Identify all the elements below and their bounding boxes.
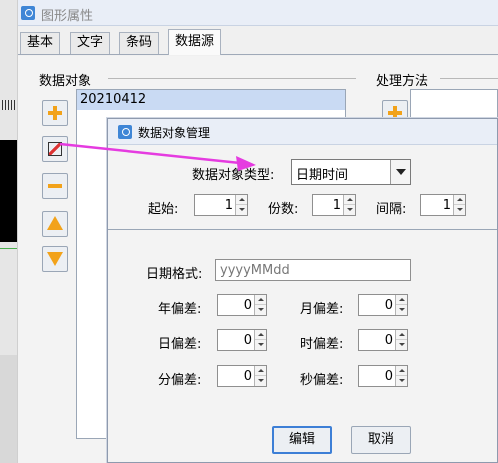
- day-offset-value: 0: [243, 333, 252, 348]
- cancel-button[interactable]: 取消: [351, 426, 411, 454]
- second-offset-stepper[interactable]: 0: [358, 365, 408, 387]
- object-type-select[interactable]: 日期时间: [291, 159, 411, 185]
- start-label: 起始:: [148, 202, 179, 217]
- stepper-arrows: [235, 195, 247, 215]
- increment-icon[interactable]: [255, 366, 266, 376]
- increment-icon[interactable]: [396, 295, 407, 305]
- move-up-button[interactable]: [42, 211, 68, 237]
- edit-button[interactable]: 编辑: [272, 426, 332, 454]
- stepper-arrows: [343, 195, 355, 215]
- ruler-marks: [2, 100, 16, 110]
- copies-value: 1: [332, 198, 341, 213]
- stepper-arrows: [254, 295, 266, 315]
- stepper-arrows: [395, 366, 407, 386]
- increment-icon[interactable]: [255, 295, 266, 305]
- method-group-line: [440, 78, 498, 79]
- increment-icon[interactable]: [454, 195, 465, 205]
- background-canvas: [0, 0, 18, 463]
- start-stepper[interactable]: 1: [194, 194, 248, 216]
- month-offset-stepper[interactable]: 0: [358, 294, 408, 316]
- stepper-arrows: [395, 330, 407, 350]
- app-logo-icon: [21, 6, 35, 20]
- stepper-arrows: [395, 295, 407, 315]
- increment-icon[interactable]: [396, 330, 407, 340]
- canvas-shade: [0, 355, 17, 463]
- month-offset-value: 0: [384, 298, 393, 313]
- day-offset-stepper[interactable]: 0: [217, 329, 267, 351]
- second-offset-value: 0: [384, 369, 393, 384]
- objects-group-line: [108, 78, 356, 79]
- decrement-icon[interactable]: [255, 376, 266, 386]
- year-offset-stepper[interactable]: 0: [217, 294, 267, 316]
- decrement-icon[interactable]: [454, 205, 465, 215]
- remove-object-button[interactable]: [42, 173, 68, 199]
- date-format-field[interactable]: [215, 259, 411, 281]
- interval-value: 1: [442, 198, 451, 213]
- properties-title-bar: 图形属性: [18, 0, 498, 26]
- minus-icon: [48, 179, 62, 193]
- object-type-label: 数据对象类型:: [192, 168, 275, 183]
- increment-icon[interactable]: [236, 195, 247, 205]
- window-title: 图形属性: [41, 9, 94, 24]
- barcode-preview: [0, 140, 17, 242]
- guide-line: [0, 248, 17, 249]
- arrow-up-icon: [47, 216, 63, 230]
- start-value: 1: [224, 198, 233, 213]
- dialog-title: 数据对象管理: [138, 126, 211, 140]
- plus-icon: [48, 106, 62, 120]
- tab-text[interactable]: 文字: [70, 32, 111, 54]
- decrement-icon[interactable]: [396, 340, 407, 350]
- method-group-label: 处理方法: [374, 70, 431, 89]
- decrement-icon[interactable]: [255, 305, 266, 315]
- tab-data-source[interactable]: 数据源: [168, 29, 222, 55]
- date-format-input[interactable]: [216, 260, 410, 280]
- increment-icon[interactable]: [344, 195, 355, 205]
- object-type-value: 日期时间: [296, 168, 349, 183]
- section-divider: [108, 229, 497, 230]
- tab-basic[interactable]: 基本: [20, 32, 61, 54]
- arrow-down-icon: [47, 252, 63, 266]
- tab-bar: 基本 文字 条码 数据源: [18, 27, 498, 55]
- interval-stepper[interactable]: 1: [420, 194, 466, 216]
- hour-offset-label: 时偏差:: [300, 337, 344, 352]
- decrement-icon[interactable]: [236, 205, 247, 215]
- data-object-manager-dialog: 数据对象管理 数据对象类型: 日期时间 起始: 1 份数: 1 间隔: 1 日期…: [107, 118, 498, 463]
- copies-stepper[interactable]: 1: [312, 194, 356, 216]
- tab-barcode[interactable]: 条码: [119, 32, 160, 54]
- app-logo-icon: [118, 125, 132, 139]
- stepper-arrows: [254, 330, 266, 350]
- second-offset-label: 秒偏差:: [300, 373, 344, 388]
- move-down-button[interactable]: [42, 246, 68, 272]
- list-item[interactable]: 20210412: [77, 90, 345, 110]
- year-offset-label: 年偏差:: [158, 302, 202, 317]
- interval-label: 间隔:: [376, 202, 407, 217]
- minute-offset-value: 0: [243, 369, 252, 384]
- month-offset-label: 月偏差:: [300, 302, 344, 317]
- decrement-icon[interactable]: [344, 205, 355, 215]
- chevron-down-icon[interactable]: [390, 160, 410, 184]
- decrement-icon[interactable]: [396, 376, 407, 386]
- copies-label: 份数:: [268, 202, 299, 217]
- increment-icon[interactable]: [255, 330, 266, 340]
- dialog-title-bar: 数据对象管理: [108, 119, 497, 145]
- minute-offset-stepper[interactable]: 0: [217, 365, 267, 387]
- decrement-icon[interactable]: [396, 305, 407, 315]
- increment-icon[interactable]: [396, 366, 407, 376]
- add-object-button[interactable]: [42, 100, 68, 126]
- edit-object-button[interactable]: [42, 136, 68, 162]
- hour-offset-stepper[interactable]: 0: [358, 329, 408, 351]
- pencil-icon: [48, 142, 62, 156]
- hour-offset-value: 0: [384, 333, 393, 348]
- day-offset-label: 日偏差:: [158, 337, 202, 352]
- stepper-arrows: [453, 195, 465, 215]
- date-format-label: 日期格式:: [146, 267, 203, 282]
- minute-offset-label: 分偏差:: [158, 373, 202, 388]
- stepper-arrows: [254, 366, 266, 386]
- year-offset-value: 0: [243, 298, 252, 313]
- objects-group-label: 数据对象: [37, 70, 94, 89]
- decrement-icon[interactable]: [255, 340, 266, 350]
